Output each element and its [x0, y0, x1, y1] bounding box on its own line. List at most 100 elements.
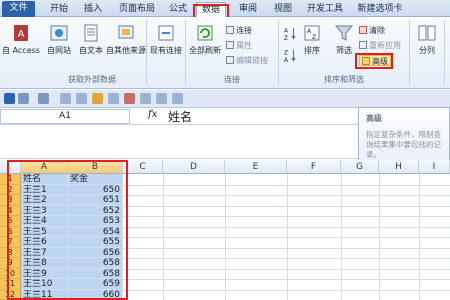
cell-name[interactable]: 王兰6: [21, 237, 68, 248]
svg-text:A: A: [284, 27, 289, 34]
clear-button[interactable]: 清除: [359, 25, 385, 36]
cell-bonus[interactable]: 653: [68, 216, 123, 227]
column-header-f[interactable]: F: [287, 160, 341, 174]
column-header-a[interactable]: A: [21, 160, 68, 174]
cell-bonus[interactable]: 659: [68, 279, 123, 290]
cell-bonus[interactable]: 652: [68, 205, 123, 216]
undo-icon[interactable]: [18, 93, 29, 104]
ribbon: A 自 Access 自网站 自文本 自其他来源 现有连接 获取外部数据 全部刷…: [0, 17, 450, 89]
cell-name[interactable]: 王兰7: [21, 247, 68, 258]
redo-icon[interactable]: [38, 93, 49, 104]
cell-bonus[interactable]: 654: [68, 226, 123, 237]
advanced-button[interactable]: 高级: [359, 55, 391, 66]
tab-developer[interactable]: 开发工具: [302, 2, 348, 17]
sort-descending-button[interactable]: ZA: [282, 47, 298, 67]
properties-button[interactable]: 属性: [226, 40, 252, 51]
from-access-button[interactable]: A 自 Access: [2, 23, 40, 56]
row-header[interactable]: 3: [0, 195, 21, 206]
text-to-columns-button[interactable]: 分列: [414, 23, 440, 56]
cell-bonus[interactable]: 658: [68, 258, 123, 269]
insert-function-icon[interactable]: fx: [148, 109, 157, 120]
cell-name[interactable]: 王兰2: [21, 195, 68, 206]
refresh-icon: [197, 25, 213, 41]
column-header-g[interactable]: G: [341, 160, 379, 174]
cell-name[interactable]: 王兰4: [21, 216, 68, 227]
svg-text:Z: Z: [284, 49, 288, 56]
save-icon[interactable]: [4, 93, 15, 104]
cell-name[interactable]: 王兰10: [21, 279, 68, 290]
column-header-i[interactable]: I: [419, 160, 450, 174]
tab-new[interactable]: 新建选项卡: [352, 2, 408, 17]
cell-bonus[interactable]: 656: [68, 247, 123, 258]
cell-bonus[interactable]: 奖金: [68, 174, 123, 185]
cell-name[interactable]: 王兰11: [21, 289, 68, 300]
cell-bonus[interactable]: 650: [68, 184, 123, 195]
column-header-c[interactable]: C: [123, 160, 163, 174]
row-header[interactable]: 6: [0, 226, 21, 237]
tab-data[interactable]: 数据: [196, 2, 226, 18]
column-header-e[interactable]: E: [225, 160, 287, 174]
cell-bonus[interactable]: 660: [68, 289, 123, 300]
cell-bonus[interactable]: 651: [68, 195, 123, 206]
filter-button[interactable]: 筛选: [332, 23, 356, 56]
select-all-corner[interactable]: [0, 160, 21, 174]
tooltip-title: 高级: [366, 114, 382, 123]
cell-name[interactable]: 王兰8: [21, 258, 68, 269]
grid-icon[interactable]: [76, 93, 87, 104]
sort-az-icon: AZ: [284, 27, 296, 42]
tab-file[interactable]: 文件: [2, 1, 35, 17]
sort-button[interactable]: AZ 排序: [300, 23, 324, 56]
properties-icon: [226, 41, 234, 49]
column-header-d[interactable]: D: [163, 160, 225, 174]
cell-bonus[interactable]: 655: [68, 237, 123, 248]
tab-review[interactable]: 审阅: [232, 2, 264, 17]
row-header[interactable]: 10: [0, 268, 21, 279]
cell-bonus[interactable]: 658: [68, 268, 123, 279]
from-other-sources-button[interactable]: 自其他来源: [106, 23, 146, 56]
print-icon[interactable]: [108, 93, 119, 104]
cell-name[interactable]: 王兰1: [21, 184, 68, 195]
connections-icon: [226, 26, 234, 34]
open-icon[interactable]: [92, 93, 103, 104]
tab-home[interactable]: 开始: [43, 2, 75, 17]
existing-connections-button[interactable]: 现有连接: [148, 23, 184, 56]
reapply-button[interactable]: 重新应用: [359, 40, 401, 51]
row-header[interactable]: 7: [0, 237, 21, 248]
svg-text:A: A: [18, 29, 25, 40]
row-header[interactable]: 5: [0, 216, 21, 227]
customize-toolbar-icon[interactable]: [172, 93, 183, 104]
connections-button[interactable]: 连接: [226, 25, 252, 36]
format-icon[interactable]: [124, 93, 135, 104]
column-header-h[interactable]: H: [379, 160, 419, 174]
group-separator: [409, 20, 410, 84]
table-icon[interactable]: [60, 93, 71, 104]
formula-bar-expanded-area: [0, 125, 358, 159]
refresh-all-button[interactable]: 全部刷新: [188, 23, 222, 56]
cell-name[interactable]: 王兰3: [21, 205, 68, 216]
cell-name[interactable]: 王兰5: [21, 226, 68, 237]
column-header-b[interactable]: B: [68, 160, 123, 174]
row-header[interactable]: 8: [0, 247, 21, 258]
formula-input[interactable]: 姓名: [168, 108, 192, 125]
sort-ascending-button[interactable]: AZ: [282, 25, 298, 45]
font-size-down-icon[interactable]: [156, 93, 167, 104]
from-web-button[interactable]: 自网站: [42, 23, 76, 56]
font-size-up-icon[interactable]: [140, 93, 151, 104]
cell-name[interactable]: 姓名: [21, 174, 68, 185]
edit-links-button[interactable]: 编辑链接: [226, 55, 268, 66]
name-box[interactable]: A1: [0, 109, 130, 124]
row-header[interactable]: 12: [0, 289, 21, 300]
row-header[interactable]: 1: [0, 174, 21, 185]
row-header[interactable]: 2: [0, 184, 21, 195]
tab-page-layout[interactable]: 页面布局: [112, 2, 162, 17]
advanced-filter-icon: [362, 57, 370, 65]
row-header[interactable]: 11: [0, 279, 21, 290]
cell-name[interactable]: 王兰9: [21, 268, 68, 279]
from-text-button[interactable]: 自文本: [76, 23, 106, 56]
tab-view[interactable]: 视图: [268, 2, 298, 17]
row-header[interactable]: 4: [0, 205, 21, 216]
row-header[interactable]: 9: [0, 258, 21, 269]
tab-insert[interactable]: 插入: [78, 2, 108, 17]
tab-formulas[interactable]: 公式: [164, 2, 192, 17]
group-label-connections: 连接: [224, 75, 240, 84]
